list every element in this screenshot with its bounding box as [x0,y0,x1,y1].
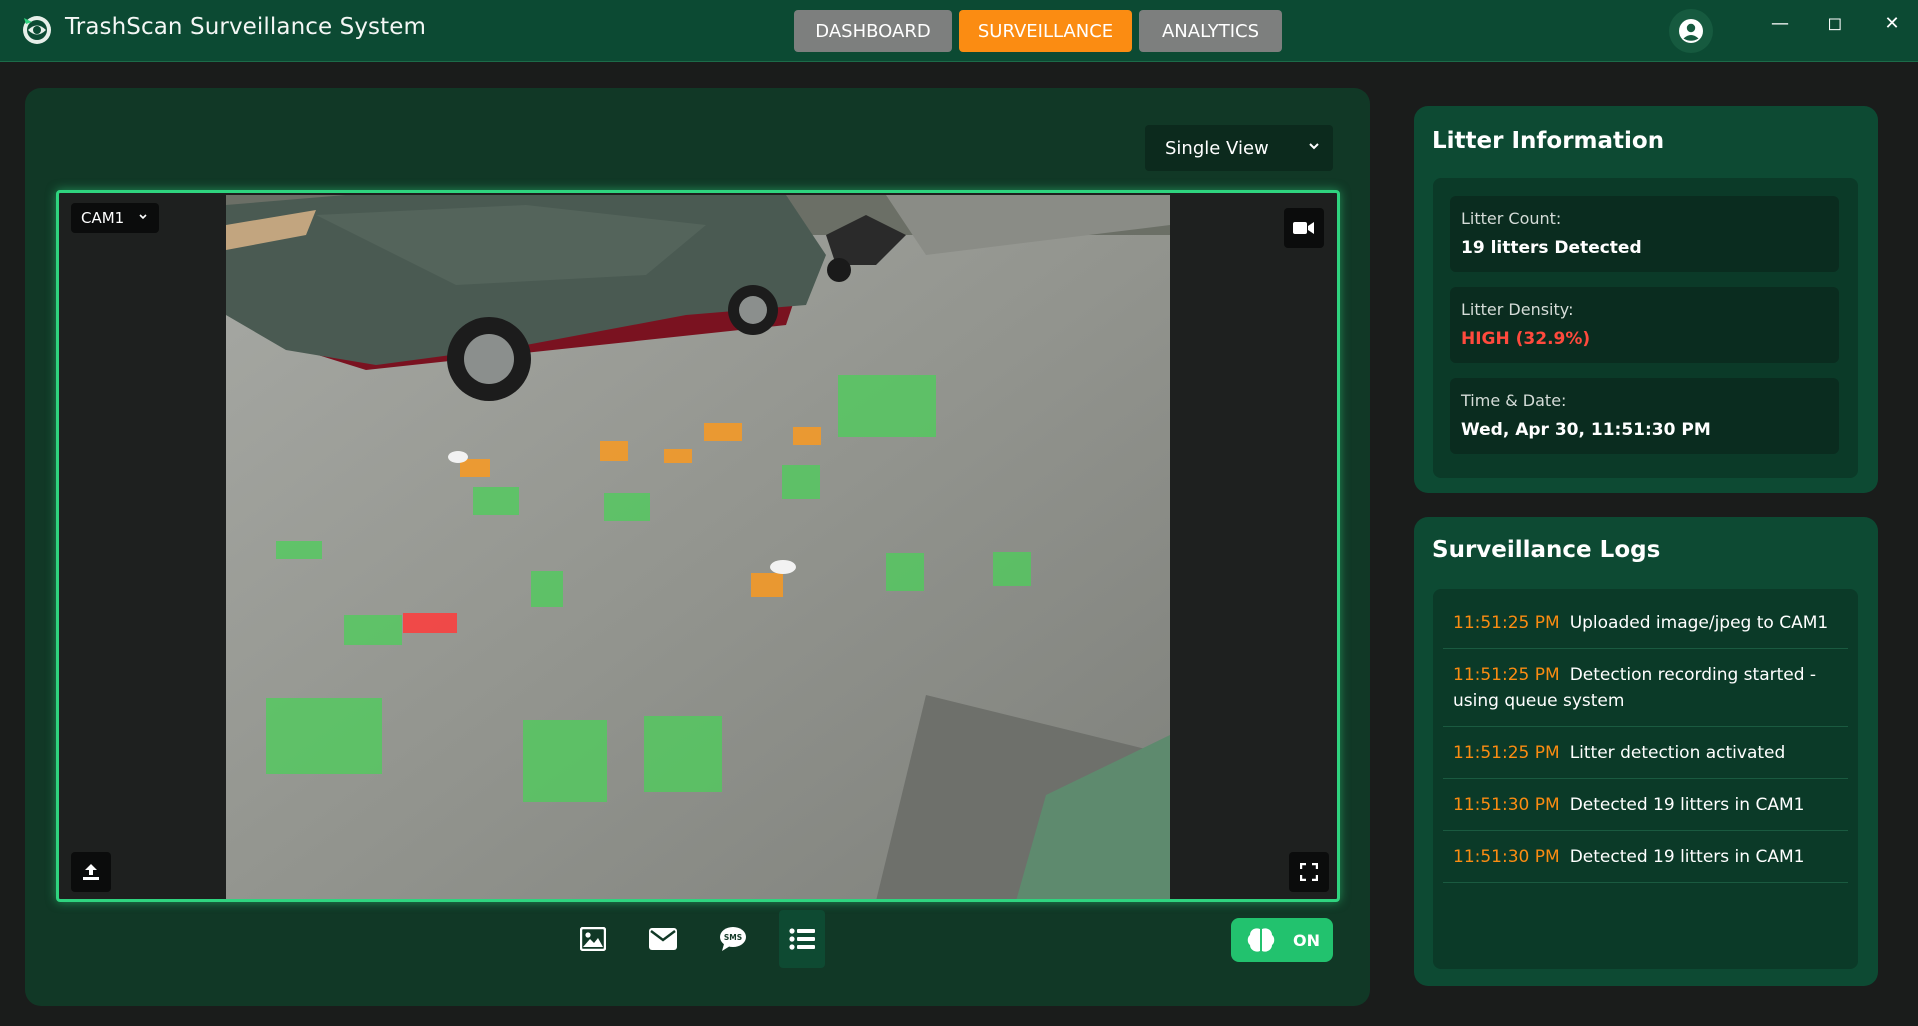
detection-box [344,615,402,645]
detection-box [403,613,457,633]
litter-count-value: 19 litters Detected [1461,238,1642,258]
record-video-button[interactable] [1284,208,1324,248]
user-account-button[interactable] [1669,9,1713,53]
detection-box [793,427,821,445]
title-bar: TrashScan Surveillance System DASHBOARD … [0,0,1918,62]
log-entry: 11:51:25 PM Uploaded image/jpeg to CAM1 [1443,597,1848,649]
view-mode-select[interactable]: Single View [1145,125,1333,171]
detection-box [704,423,742,441]
svg-text:SMS: SMS [724,933,742,942]
log-time: 11:51:25 PM [1453,665,1560,685]
detection-box [531,571,563,607]
maximize-button[interactable]: ◻ [1817,8,1853,38]
detection-box [276,541,322,559]
log-time: 11:51:30 PM [1453,795,1560,815]
app-title: TrashScan Surveillance System [65,14,427,40]
detection-box [473,487,519,515]
detection-box [600,441,628,461]
surveillance-logs-body: 11:51:25 PM Uploaded image/jpeg to CAM1 1… [1433,589,1858,969]
detection-box [664,449,692,463]
time-date-value: Wed, Apr 30, 11:51:30 PM [1461,420,1711,440]
log-entry: 11:51:25 PM Litter detection activated [1443,727,1848,779]
video-camera-icon [1293,222,1314,234]
minimize-button[interactable]: — [1762,8,1798,38]
mail-icon [649,928,677,950]
log-message: Detected 19 litters in CAM1 [1569,847,1805,867]
log-entry: 11:51:30 PM Detected 19 litters in CAM1 [1443,779,1848,831]
detection-toggle-label: ON [1293,930,1320,950]
camera-select-value: CAM1 [81,209,125,227]
camera-feed-image [226,195,1170,899]
upload-button[interactable] [71,852,111,892]
tab-dashboard[interactable]: DASHBOARD [794,10,952,52]
detection-box [838,375,936,437]
log-entry: 11:51:30 PM Detected 19 litters in CAM1 [1443,831,1848,883]
detection-box [604,493,650,521]
tab-analytics[interactable]: ANALYTICS [1139,10,1282,52]
close-button[interactable]: ✕ [1874,8,1910,38]
brain-icon [1247,928,1275,952]
log-message: Uploaded image/jpeg to CAM1 [1569,613,1829,633]
upload-icon [83,864,99,880]
detection-box [644,716,722,792]
detection-box [266,698,382,774]
chevron-down-icon [139,214,147,220]
chevron-down-icon [1309,143,1319,150]
email-button[interactable] [640,910,686,968]
log-list: 11:51:25 PM Uploaded image/jpeg to CAM1 1… [1443,597,1848,883]
time-date-label: Time & Date: [1461,391,1567,410]
litter-info-body: Litter Count: 19 litters Detected Litter… [1433,178,1858,478]
detection-box [886,553,924,591]
litter-info-panel: Litter Information Litter Count: 19 litt… [1414,106,1878,493]
log-time: 11:51:25 PM [1453,743,1560,763]
image-button[interactable] [570,910,616,968]
litter-count-label: Litter Count: [1461,209,1562,228]
litter-density-value: HIGH (32.9%) [1461,329,1591,349]
log-time: 11:51:30 PM [1453,847,1560,867]
eye-logo-icon [23,16,51,44]
user-circle-icon [1679,19,1703,43]
detection-box [782,465,820,499]
litter-density-card: Litter Density: HIGH (32.9%) [1450,287,1839,363]
detection-box [993,552,1031,586]
fullscreen-button[interactable] [1289,852,1329,892]
detection-box [460,459,490,477]
litter-count-card: Litter Count: 19 litters Detected [1450,196,1839,272]
detection-box [523,720,607,802]
detection-box [751,573,783,597]
camera-feed-frame: CAM1 [56,190,1340,902]
camera-select[interactable]: CAM1 [71,203,159,233]
image-icon [580,927,606,951]
sms-icon: SMS [720,927,746,951]
detection-toggle[interactable]: ON [1231,918,1333,962]
sms-button[interactable]: SMS [710,910,756,968]
surveillance-logs-panel: Surveillance Logs 11:51:25 PM Uploaded im… [1414,517,1878,986]
list-icon [789,928,815,950]
logs-list-button[interactable] [779,910,825,968]
surveillance-logs-title: Surveillance Logs [1432,537,1661,563]
log-message: Litter detection activated [1569,743,1786,763]
view-mode-value: Single View [1165,137,1269,159]
log-time: 11:51:25 PM [1453,613,1560,633]
log-entry: 11:51:25 PM Detection recording started -… [1443,649,1848,727]
fullscreen-icon [1300,863,1318,881]
log-message: Detected 19 litters in CAM1 [1569,795,1805,815]
litter-density-label: Litter Density: [1461,300,1574,319]
tab-surveillance[interactable]: SURVEILLANCE [959,10,1132,52]
litter-info-title: Litter Information [1432,128,1665,154]
time-date-card: Time & Date: Wed, Apr 30, 11:51:30 PM [1450,378,1839,454]
